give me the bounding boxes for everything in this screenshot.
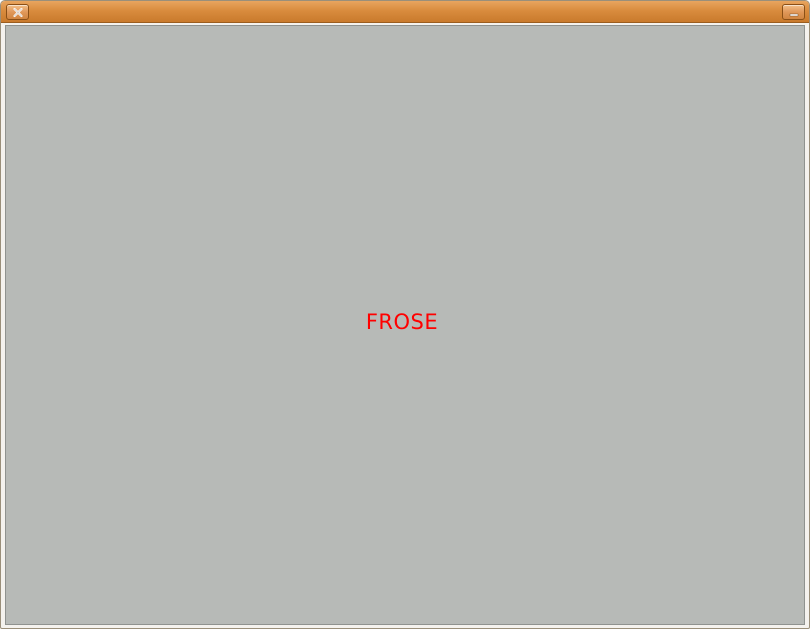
frose-label: FROSE [365, 310, 439, 334]
close-button[interactable] [6, 4, 29, 20]
minimize-button[interactable] [782, 4, 805, 20]
app-window: FROSE [0, 0, 810, 629]
canvas-area: FROSE [5, 25, 805, 625]
close-icon [13, 7, 23, 18]
title-bar[interactable] [1, 1, 809, 23]
minimize-icon [789, 13, 799, 17]
